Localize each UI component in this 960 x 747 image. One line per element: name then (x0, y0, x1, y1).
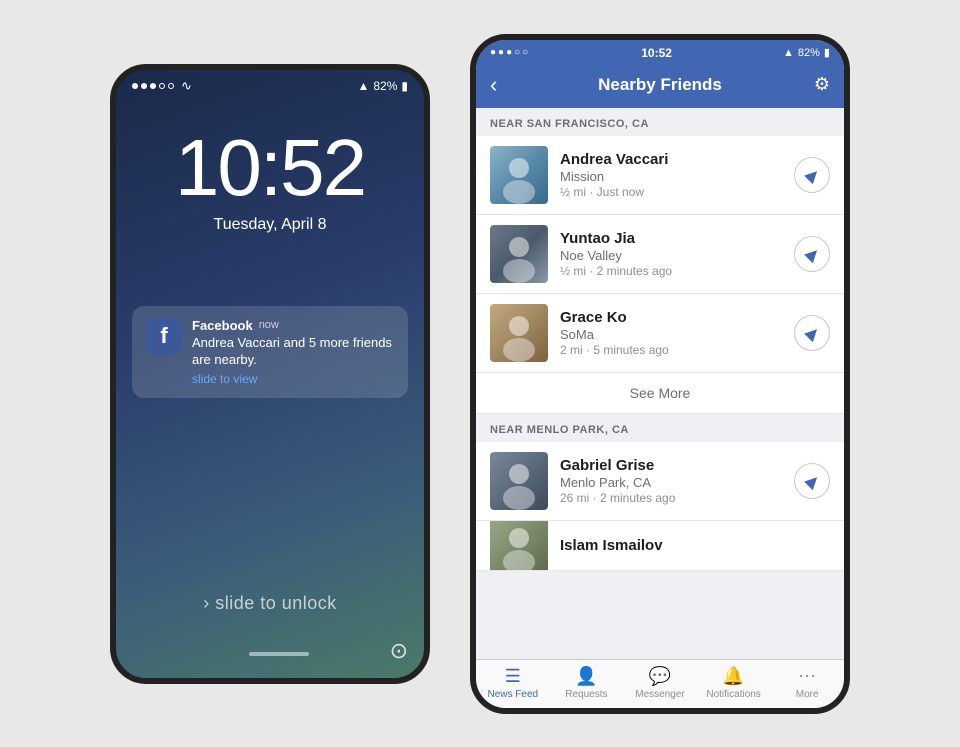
direction-btn-andrea[interactable]: ▶ (794, 157, 830, 193)
friend-name-gabriel: Gabriel Grise (560, 457, 782, 474)
notification-body: Andrea Vaccari and 5 more friends are ne… (192, 335, 394, 369)
friend-info-yuntao: Yuntao Jia Noe Valley ½ mi · 2 minutes a… (560, 230, 782, 278)
facebook-app-icon: f (146, 318, 182, 354)
friend-name-islam: Islam Ismailov (560, 537, 830, 554)
battery-icon: ▮ (401, 79, 408, 93)
friend-name-grace: Grace Ko (560, 309, 782, 326)
friend-distance-yuntao: ½ mi · 2 minutes ago (560, 264, 782, 278)
friend-location-gabriel: Menlo Park, CA (560, 475, 782, 490)
messenger-icon: 💬 (649, 666, 671, 687)
home-indicator (249, 652, 309, 656)
friend-item-gabriel[interactable]: Gabriel Grise Menlo Park, CA 26 mi · 2 m… (476, 442, 844, 521)
signal-dot-3 (150, 83, 156, 89)
friend-location-grace: SoMa (560, 327, 782, 342)
tab-requests[interactable]: 👤 Requests (556, 666, 616, 700)
tab-notifications-label: Notifications (706, 689, 760, 700)
navbar: ‹ Nearby Friends ⚙ (476, 64, 844, 108)
direction-btn-yuntao[interactable]: ▶ (794, 236, 830, 272)
friend-name-yuntao: Yuntao Jia (560, 230, 782, 247)
camera-icon[interactable]: ⊙ (390, 638, 408, 664)
notification-card[interactable]: f Facebook now Andrea Vaccari and 5 more… (132, 306, 408, 399)
friend-item-andrea[interactable]: Andrea Vaccari Mission ½ mi · Just now ▶ (476, 136, 844, 215)
friend-info-andrea: Andrea Vaccari Mission ½ mi · Just now (560, 151, 782, 199)
signal-dot-5 (168, 83, 174, 89)
tab-bar: ☰ News Feed 👤 Requests 💬 Messenger 🔔 Not… (476, 659, 844, 708)
friend-item-grace[interactable]: Grace Ko SoMa 2 mi · 5 minutes ago ▶ (476, 294, 844, 373)
friend-info-islam: Islam Ismailov (560, 537, 830, 554)
time-right: 10:52 (641, 46, 672, 60)
signal-dot-1 (132, 83, 138, 89)
signal-dot-4 (159, 83, 165, 89)
signal-dots-right: ●●●○○ (490, 47, 530, 58)
battery-percent: 82% (373, 79, 397, 93)
direction-icon-gabriel: ▶ (801, 469, 824, 492)
section-header-sf: NEAR SAN FRANCISCO, CA (476, 108, 844, 136)
nearby-content: NEAR SAN FRANCISCO, CA Andrea Vaccari Mi… (476, 108, 844, 659)
notification-app-name: Facebook (192, 318, 253, 333)
friend-location-yuntao: Noe Valley (560, 248, 782, 263)
back-button[interactable]: ‹ (490, 72, 520, 98)
lock-time-area: 10:52 Tuesday, April 8 (116, 98, 424, 286)
tab-messenger[interactable]: 💬 Messenger (630, 666, 690, 700)
lock-screen-phone: ∿ ▲ 82% ▮ 10:52 Tuesday, April 8 f Faceb… (110, 64, 430, 684)
avatar-andrea (490, 146, 548, 204)
phone-bottom-bar: ⊙ (116, 630, 424, 678)
friend-distance-andrea: ½ mi · Just now (560, 185, 782, 199)
wifi-icon: ∿ (181, 78, 192, 94)
tab-notifications[interactable]: 🔔 Notifications (704, 666, 764, 700)
nearby-friends-phone: ●●●○○ 10:52 ▲ 82% ▮ ‹ Nearby Friends ⚙ N… (470, 34, 850, 714)
friend-distance-gabriel: 26 mi · 2 minutes ago (560, 491, 782, 505)
battery-right: 82% (798, 47, 820, 59)
status-bar-right: ●●●○○ 10:52 ▲ 82% ▮ (476, 40, 844, 64)
tab-news-feed-label: News Feed (488, 689, 539, 700)
status-right: ▲ 82% ▮ (357, 79, 408, 93)
tab-news-feed[interactable]: ☰ News Feed (483, 666, 543, 700)
location-icon: ▲ (357, 79, 369, 93)
notification-content: Facebook now Andrea Vaccari and 5 more f… (192, 318, 394, 387)
avatar-placeholder (490, 146, 548, 204)
avatar-grace (490, 304, 548, 362)
avatar-islam (490, 521, 548, 571)
location-icon-right: ▲ (783, 47, 794, 59)
tab-more[interactable]: ⋯ More (777, 666, 837, 700)
notification-slide-label: slide to view (192, 372, 394, 386)
direction-icon-andrea: ▶ (801, 163, 824, 186)
friend-item-islam[interactable]: Islam Ismailov (476, 521, 844, 571)
tab-more-label: More (796, 689, 819, 700)
battery-area-right: ▲ 82% ▮ (783, 46, 830, 59)
battery-icon-right: ▮ (824, 46, 830, 59)
notification-title: Facebook now (192, 318, 394, 333)
friend-name-andrea: Andrea Vaccari (560, 151, 782, 168)
settings-button[interactable]: ⚙ (800, 74, 830, 95)
notifications-icon: 🔔 (722, 666, 744, 687)
friend-info-gabriel: Gabriel Grise Menlo Park, CA 26 mi · 2 m… (560, 457, 782, 505)
slide-to-unlock[interactable]: › slide to unlock (116, 577, 424, 630)
friend-info-grace: Grace Ko SoMa 2 mi · 5 minutes ago (560, 309, 782, 357)
avatar-gabriel (490, 452, 548, 510)
requests-icon: 👤 (575, 666, 597, 687)
see-more-sf[interactable]: See More (476, 373, 844, 414)
lock-date: Tuesday, April 8 (214, 216, 327, 234)
section-header-menlo: NEAR MENLO PARK, CA (476, 414, 844, 442)
signal-indicator: ∿ (132, 78, 192, 94)
lock-time: 10:52 (175, 128, 365, 208)
page-title: Nearby Friends (520, 75, 800, 95)
direction-btn-grace[interactable]: ▶ (794, 315, 830, 351)
friend-item-yuntao[interactable]: Yuntao Jia Noe Valley ½ mi · 2 minutes a… (476, 215, 844, 294)
signal-dot-2 (141, 83, 147, 89)
news-feed-icon: ☰ (505, 666, 521, 687)
more-icon: ⋯ (798, 666, 816, 687)
friend-distance-grace: 2 mi · 5 minutes ago (560, 343, 782, 357)
tab-messenger-label: Messenger (635, 689, 684, 700)
direction-icon-yuntao: ▶ (801, 242, 824, 265)
notification-time: now (259, 319, 279, 331)
direction-icon-grace: ▶ (801, 321, 824, 344)
friend-location-andrea: Mission (560, 169, 782, 184)
status-bar-left: ∿ ▲ 82% ▮ (116, 70, 424, 98)
direction-btn-gabriel[interactable]: ▶ (794, 463, 830, 499)
avatar-yuntao (490, 225, 548, 283)
tab-requests-label: Requests (565, 689, 607, 700)
